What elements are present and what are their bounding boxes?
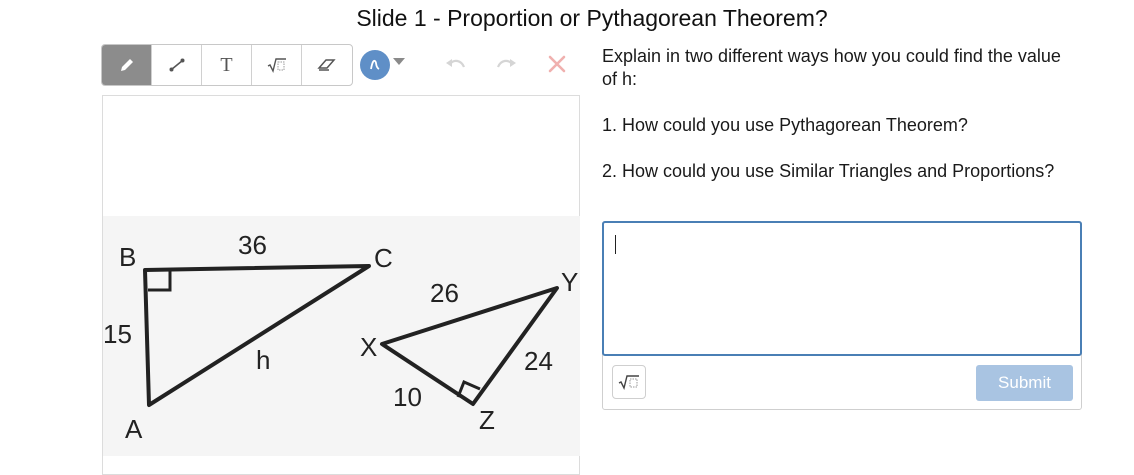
pen-stroke-icon	[370, 59, 380, 70]
side-label-xy: 26	[430, 278, 459, 308]
sqrt-icon	[618, 375, 639, 390]
text-icon: T	[220, 53, 233, 76]
eraser-icon	[317, 59, 336, 71]
pen-color-button[interactable]	[360, 50, 390, 80]
slide-title: Slide 1 - Proportion or Pythagorean Theo…	[356, 5, 828, 31]
prompt-question-1: 1. How could you use Pythagorean Theorem…	[602, 115, 968, 135]
prompt-question-2: 2. How could you use Similar Triangles a…	[602, 161, 1055, 181]
text-tool-button[interactable]: T	[202, 45, 252, 85]
undo-icon[interactable]	[445, 56, 467, 74]
vertex-label-c: C	[374, 243, 393, 273]
side-label-h: h	[256, 345, 270, 375]
vertex-label-a: A	[125, 414, 143, 444]
triangle-abc	[143, 264, 371, 407]
line-icon	[169, 58, 184, 72]
math-icon	[267, 58, 286, 73]
side-label-yz: 24	[524, 346, 553, 376]
triangles-diagram: B C A 36 15 h X Y Z 26 24 10	[103, 230, 578, 444]
text-caret	[615, 235, 616, 254]
tool-group: T	[101, 44, 353, 86]
pencil-icon	[120, 59, 133, 71]
pencil-tool-button[interactable]	[102, 45, 152, 85]
question-prompt: Explain in two different ways how you co…	[602, 45, 1072, 206]
clear-icon[interactable]	[547, 54, 567, 74]
math-tool-button[interactable]	[252, 45, 302, 85]
answer-panel: Submit	[602, 221, 1082, 410]
submit-button[interactable]: Submit	[976, 365, 1073, 401]
side-label-bc: 36	[238, 230, 267, 260]
answer-textarea[interactable]	[602, 221, 1082, 356]
side-label-xz: 10	[393, 382, 422, 412]
redo-icon[interactable]	[495, 56, 517, 74]
vertex-label-b: B	[119, 242, 136, 272]
math-input-button[interactable]	[612, 365, 646, 399]
line-tool-button[interactable]	[152, 45, 202, 85]
drawing-canvas[interactable]: B C A 36 15 h X Y Z 26 24 10	[102, 95, 580, 475]
vertex-label-x: X	[360, 332, 377, 362]
right-angle-marker-b	[148, 271, 172, 292]
prompt-intro: Explain in two different ways how you co…	[602, 46, 1061, 89]
vertex-label-y: Y	[561, 267, 578, 297]
triangle-figure: B C A 36 15 h X Y Z 26 24 10	[103, 216, 580, 456]
vertex-label-z: Z	[479, 405, 495, 435]
eraser-tool-button[interactable]	[302, 45, 352, 85]
chevron-down-icon[interactable]	[393, 58, 405, 66]
side-label-ab: 15	[103, 319, 132, 349]
